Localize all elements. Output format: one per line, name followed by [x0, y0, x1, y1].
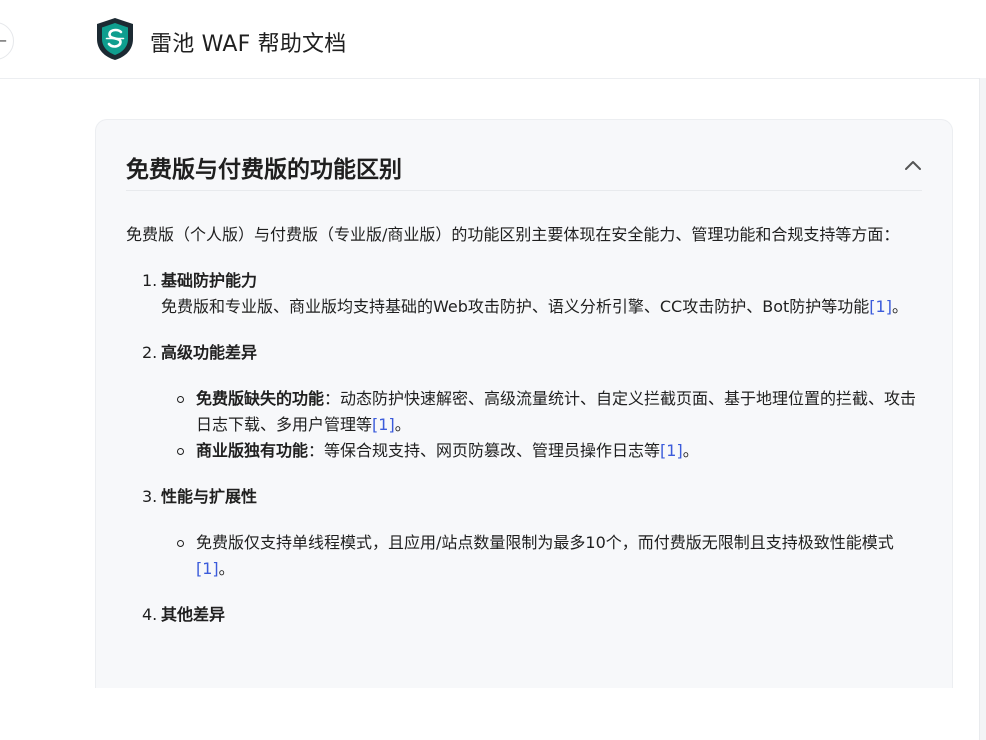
- title-divider: [126, 190, 922, 191]
- bullet-text: ：等保合规支持、网页防篡改、管理员操作日志等: [308, 441, 661, 460]
- answer-content: 免费版（个人版）与付费版（专业版/商业版）的功能区别主要体现在安全能力、管理功能…: [126, 222, 926, 628]
- list-item-2: 2. 高级功能差异: [126, 340, 926, 366]
- bullet-list: 免费版缺失的功能：动态防护快速解密、高级流量统计、自定义拦截页面、基于地理位置的…: [126, 386, 926, 464]
- citation-link[interactable]: [1]: [196, 559, 219, 578]
- bullet-list: 免费版仅支持单线程模式，且应用/站点数量限制为最多10个，而付费版无限制且支持极…: [126, 530, 926, 582]
- card-title: 免费版与付费版的功能区别: [126, 157, 402, 183]
- page: ← 雷池 WAF 帮助文档 免费版与付费版的功能区别 免费版（个人版）与付费版（…: [0, 0, 986, 740]
- bullet-item: 免费版缺失的功能：动态防护快速解密、高级流量统计、自定义拦截页面、基于地理位置的…: [126, 386, 926, 438]
- list-number: 2.: [142, 343, 158, 362]
- list-number: 3.: [142, 487, 158, 506]
- section-heading: 基础防护能力: [161, 271, 258, 290]
- list-number: 4.: [142, 605, 158, 624]
- back-icon: ←: [0, 33, 7, 49]
- brand-title[interactable]: 雷池 WAF 帮助文档: [150, 26, 346, 58]
- bullet-item: 免费版仅支持单线程模式，且应用/站点数量限制为最多10个，而付费版无限制且支持极…: [126, 530, 926, 582]
- bullet-marker: [177, 540, 184, 547]
- section-tail: 。: [891, 297, 908, 316]
- faq-card: 免费版与付费版的功能区别 免费版（个人版）与付费版（专业版/商业版）的功能区别主…: [95, 119, 953, 688]
- right-scrollbar[interactable]: [979, 78, 986, 740]
- bullet-label: 免费版缺失的功能: [196, 389, 325, 408]
- back-button[interactable]: ←: [0, 22, 14, 60]
- citation-link[interactable]: [1]: [869, 297, 892, 316]
- list-number: 1.: [142, 271, 158, 290]
- bullet-marker: [177, 396, 184, 403]
- citation-link[interactable]: [1]: [660, 441, 683, 460]
- collapse-button[interactable]: [902, 154, 924, 176]
- citation-link[interactable]: [1]: [372, 415, 395, 434]
- list-item-4: 4. 其他差异: [126, 602, 926, 628]
- shield-logo-icon[interactable]: [94, 17, 136, 61]
- top-header: ← 雷池 WAF 帮助文档: [0, 0, 986, 79]
- intro-paragraph: 免费版（个人版）与付费版（专业版/商业版）的功能区别主要体现在安全能力、管理功能…: [126, 225, 900, 244]
- bullet-tail: 。: [394, 415, 411, 434]
- section-heading: 高级功能差异: [161, 343, 258, 362]
- section-heading: 其他差异: [161, 605, 226, 624]
- bullet-tail: 。: [682, 441, 699, 460]
- chevron-up-icon: [905, 161, 921, 170]
- bullet-marker: [177, 448, 184, 455]
- section-body: 免费版和专业版、商业版均支持基础的Web攻击防护、语义分析引擎、CC攻击防护、B…: [161, 294, 926, 320]
- bullet-tail: 。: [218, 559, 235, 578]
- bullet-text: 免费版仅支持单线程模式，且应用/站点数量限制为最多10个，而付费版无限制且支持极…: [196, 533, 894, 552]
- section-heading: 性能与扩展性: [161, 487, 258, 506]
- list-item-3: 3. 性能与扩展性: [126, 484, 926, 510]
- bullet-label: 商业版独有功能: [196, 441, 309, 460]
- section-text: 免费版和专业版、商业版均支持基础的Web攻击防护、语义分析引擎、CC攻击防护、B…: [161, 297, 870, 316]
- list-item-1: 1. 基础防护能力 免费版和专业版、商业版均支持基础的Web攻击防护、语义分析引…: [126, 268, 926, 320]
- bullet-item: 商业版独有功能：等保合规支持、网页防篡改、管理员操作日志等[1]。: [126, 438, 926, 464]
